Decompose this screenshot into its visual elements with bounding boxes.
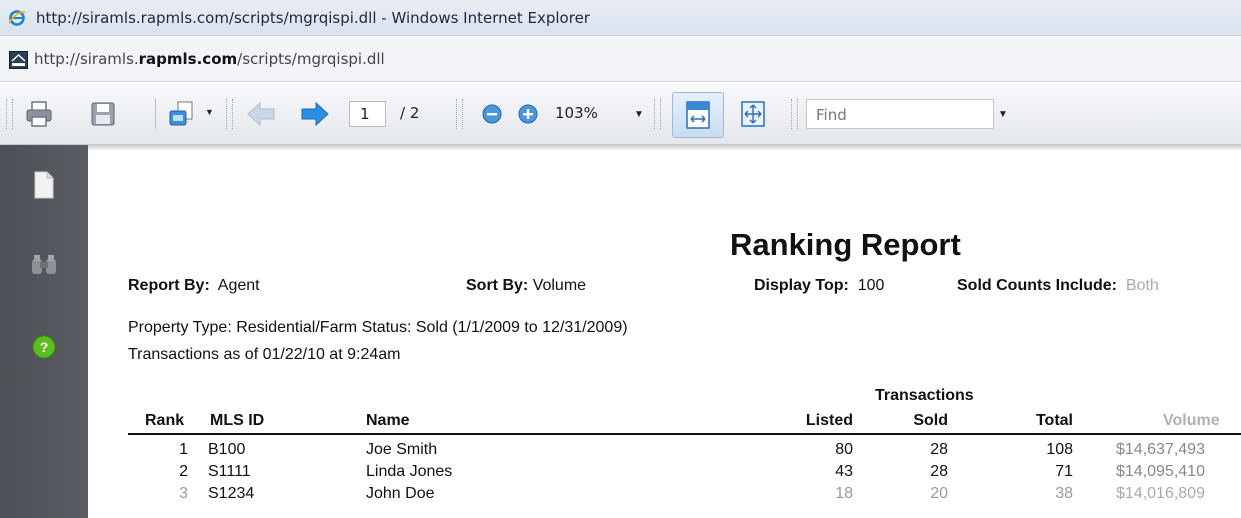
- toolbar-grip[interactable]: [791, 99, 798, 129]
- table-header-rule: [128, 433, 1241, 435]
- prev-page-icon: [247, 101, 275, 127]
- sold-counts-include: Sold Counts Include: Both: [957, 277, 1159, 294]
- col-mlsid-header: MLS ID: [210, 412, 265, 429]
- col-name-header: Name: [366, 412, 410, 429]
- total-cell: 108: [1046, 441, 1073, 458]
- total-cell: 71: [1055, 463, 1073, 480]
- page-total-label: / 2: [400, 104, 420, 122]
- next-page-button[interactable]: [298, 97, 332, 131]
- col-listed-header: Listed: [805, 412, 853, 429]
- volume-cell: $14,095,410: [1116, 463, 1205, 480]
- listed-cell: 18: [835, 485, 853, 502]
- fit-page-button[interactable]: [736, 97, 770, 131]
- print-button[interactable]: [22, 97, 56, 131]
- properties-icon: [169, 101, 193, 126]
- zoom-out-button[interactable]: [475, 97, 509, 131]
- col-total-header: Total: [1035, 412, 1073, 429]
- transactions-group-header: Transactions: [875, 387, 974, 404]
- mls-favicon-icon: [9, 51, 28, 69]
- find-dropdown-arrow-icon[interactable]: ▼: [994, 99, 1012, 129]
- document-viewer: Ranking Report Report By: Agent Sort By:…: [88, 145, 1241, 518]
- fit-width-button[interactable]: [672, 92, 724, 138]
- address-url[interactable]: http://siramls.rapmls.com/scripts/mgrqis…: [34, 50, 385, 68]
- binoculars-icon: [32, 255, 56, 274]
- listed-cell: 43: [835, 463, 853, 480]
- listed-cell: 80: [835, 441, 853, 458]
- save-icon: [91, 102, 115, 126]
- fit-page-icon: [741, 101, 765, 127]
- prev-page-button[interactable]: [244, 97, 278, 131]
- save-button[interactable]: [86, 97, 120, 131]
- properties-button[interactable]: [165, 97, 199, 131]
- zoom-out-icon: [482, 104, 502, 124]
- zoom-in-button[interactable]: [511, 97, 545, 131]
- volume-cell: $14,016,809: [1116, 485, 1205, 502]
- left-nav-pane: ?: [0, 145, 88, 518]
- sold-cell: 28: [930, 463, 948, 480]
- sort-by: Sort By: Volume: [466, 277, 587, 294]
- zoom-level-select[interactable]: 103%: [555, 101, 625, 127]
- zoom-in-icon: [518, 104, 538, 124]
- properties-dropdown-arrow-icon[interactable]: ▼: [205, 107, 214, 117]
- help-button[interactable]: ?: [24, 327, 64, 367]
- sold-cell: 28: [930, 441, 948, 458]
- name-cell: Linda Jones: [366, 463, 453, 480]
- toolbar-grip[interactable]: [6, 99, 13, 129]
- rank-cell: 1: [179, 441, 188, 458]
- toolbar-separator: [155, 99, 156, 129]
- name-cell: Joe Smith: [366, 441, 438, 458]
- pdf-toolbar: ▼ 1 / 2 103% ▼ Find ▼: [0, 83, 1241, 145]
- report-by: Report By: Agent: [128, 277, 260, 294]
- toolbar-shadow: [88, 145, 1241, 151]
- rank-cell: 3: [179, 485, 188, 502]
- toolbar-grip[interactable]: [654, 99, 661, 129]
- total-cell: 38: [1055, 485, 1073, 502]
- col-volume-header: Volume: [1163, 412, 1220, 429]
- sold-cell: 20: [930, 485, 948, 502]
- help-icon: ?: [32, 335, 56, 359]
- report-title: Ranking Report: [730, 227, 961, 262]
- mlsid-cell: S1234: [208, 485, 255, 502]
- svg-text:?: ?: [40, 339, 49, 355]
- address-bar[interactable]: http://siramls.rapmls.com/scripts/mgrqis…: [0, 37, 1241, 82]
- window-titlebar: http://siramls.rapmls.com/scripts/mgrqis…: [0, 0, 1241, 36]
- col-rank-header: Rank: [145, 412, 185, 429]
- name-cell: John Doe: [366, 485, 435, 502]
- transactions-date-line: Transactions as of 01/22/10 at 9:24am: [128, 346, 401, 363]
- display-top: Display Top: 100: [754, 277, 885, 294]
- mlsid-cell: B100: [208, 441, 246, 458]
- print-icon: [26, 101, 52, 127]
- zoom-dropdown-arrow-icon[interactable]: ▼: [631, 101, 647, 127]
- col-sold-header: Sold: [913, 412, 948, 429]
- page-number-input[interactable]: 1: [349, 101, 386, 127]
- property-type-line: Property Type: Residential/Farm Status: …: [128, 319, 628, 336]
- volume-cell: $14,637,493: [1116, 441, 1205, 458]
- rank-cell: 2: [179, 463, 188, 480]
- next-page-icon: [301, 101, 329, 127]
- toolbar-grip[interactable]: [456, 99, 463, 129]
- mlsid-cell: S1111: [208, 463, 251, 480]
- toolbar-grip[interactable]: [226, 99, 233, 129]
- pages-icon: [34, 171, 54, 199]
- internet-explorer-icon: [8, 10, 26, 26]
- find-input[interactable]: Find: [806, 99, 994, 129]
- fit-width-icon: [686, 101, 710, 129]
- pages-button[interactable]: [24, 165, 64, 205]
- search-button[interactable]: [24, 245, 64, 285]
- window-title: http://siramls.rapmls.com/scripts/mgrqis…: [36, 9, 590, 27]
